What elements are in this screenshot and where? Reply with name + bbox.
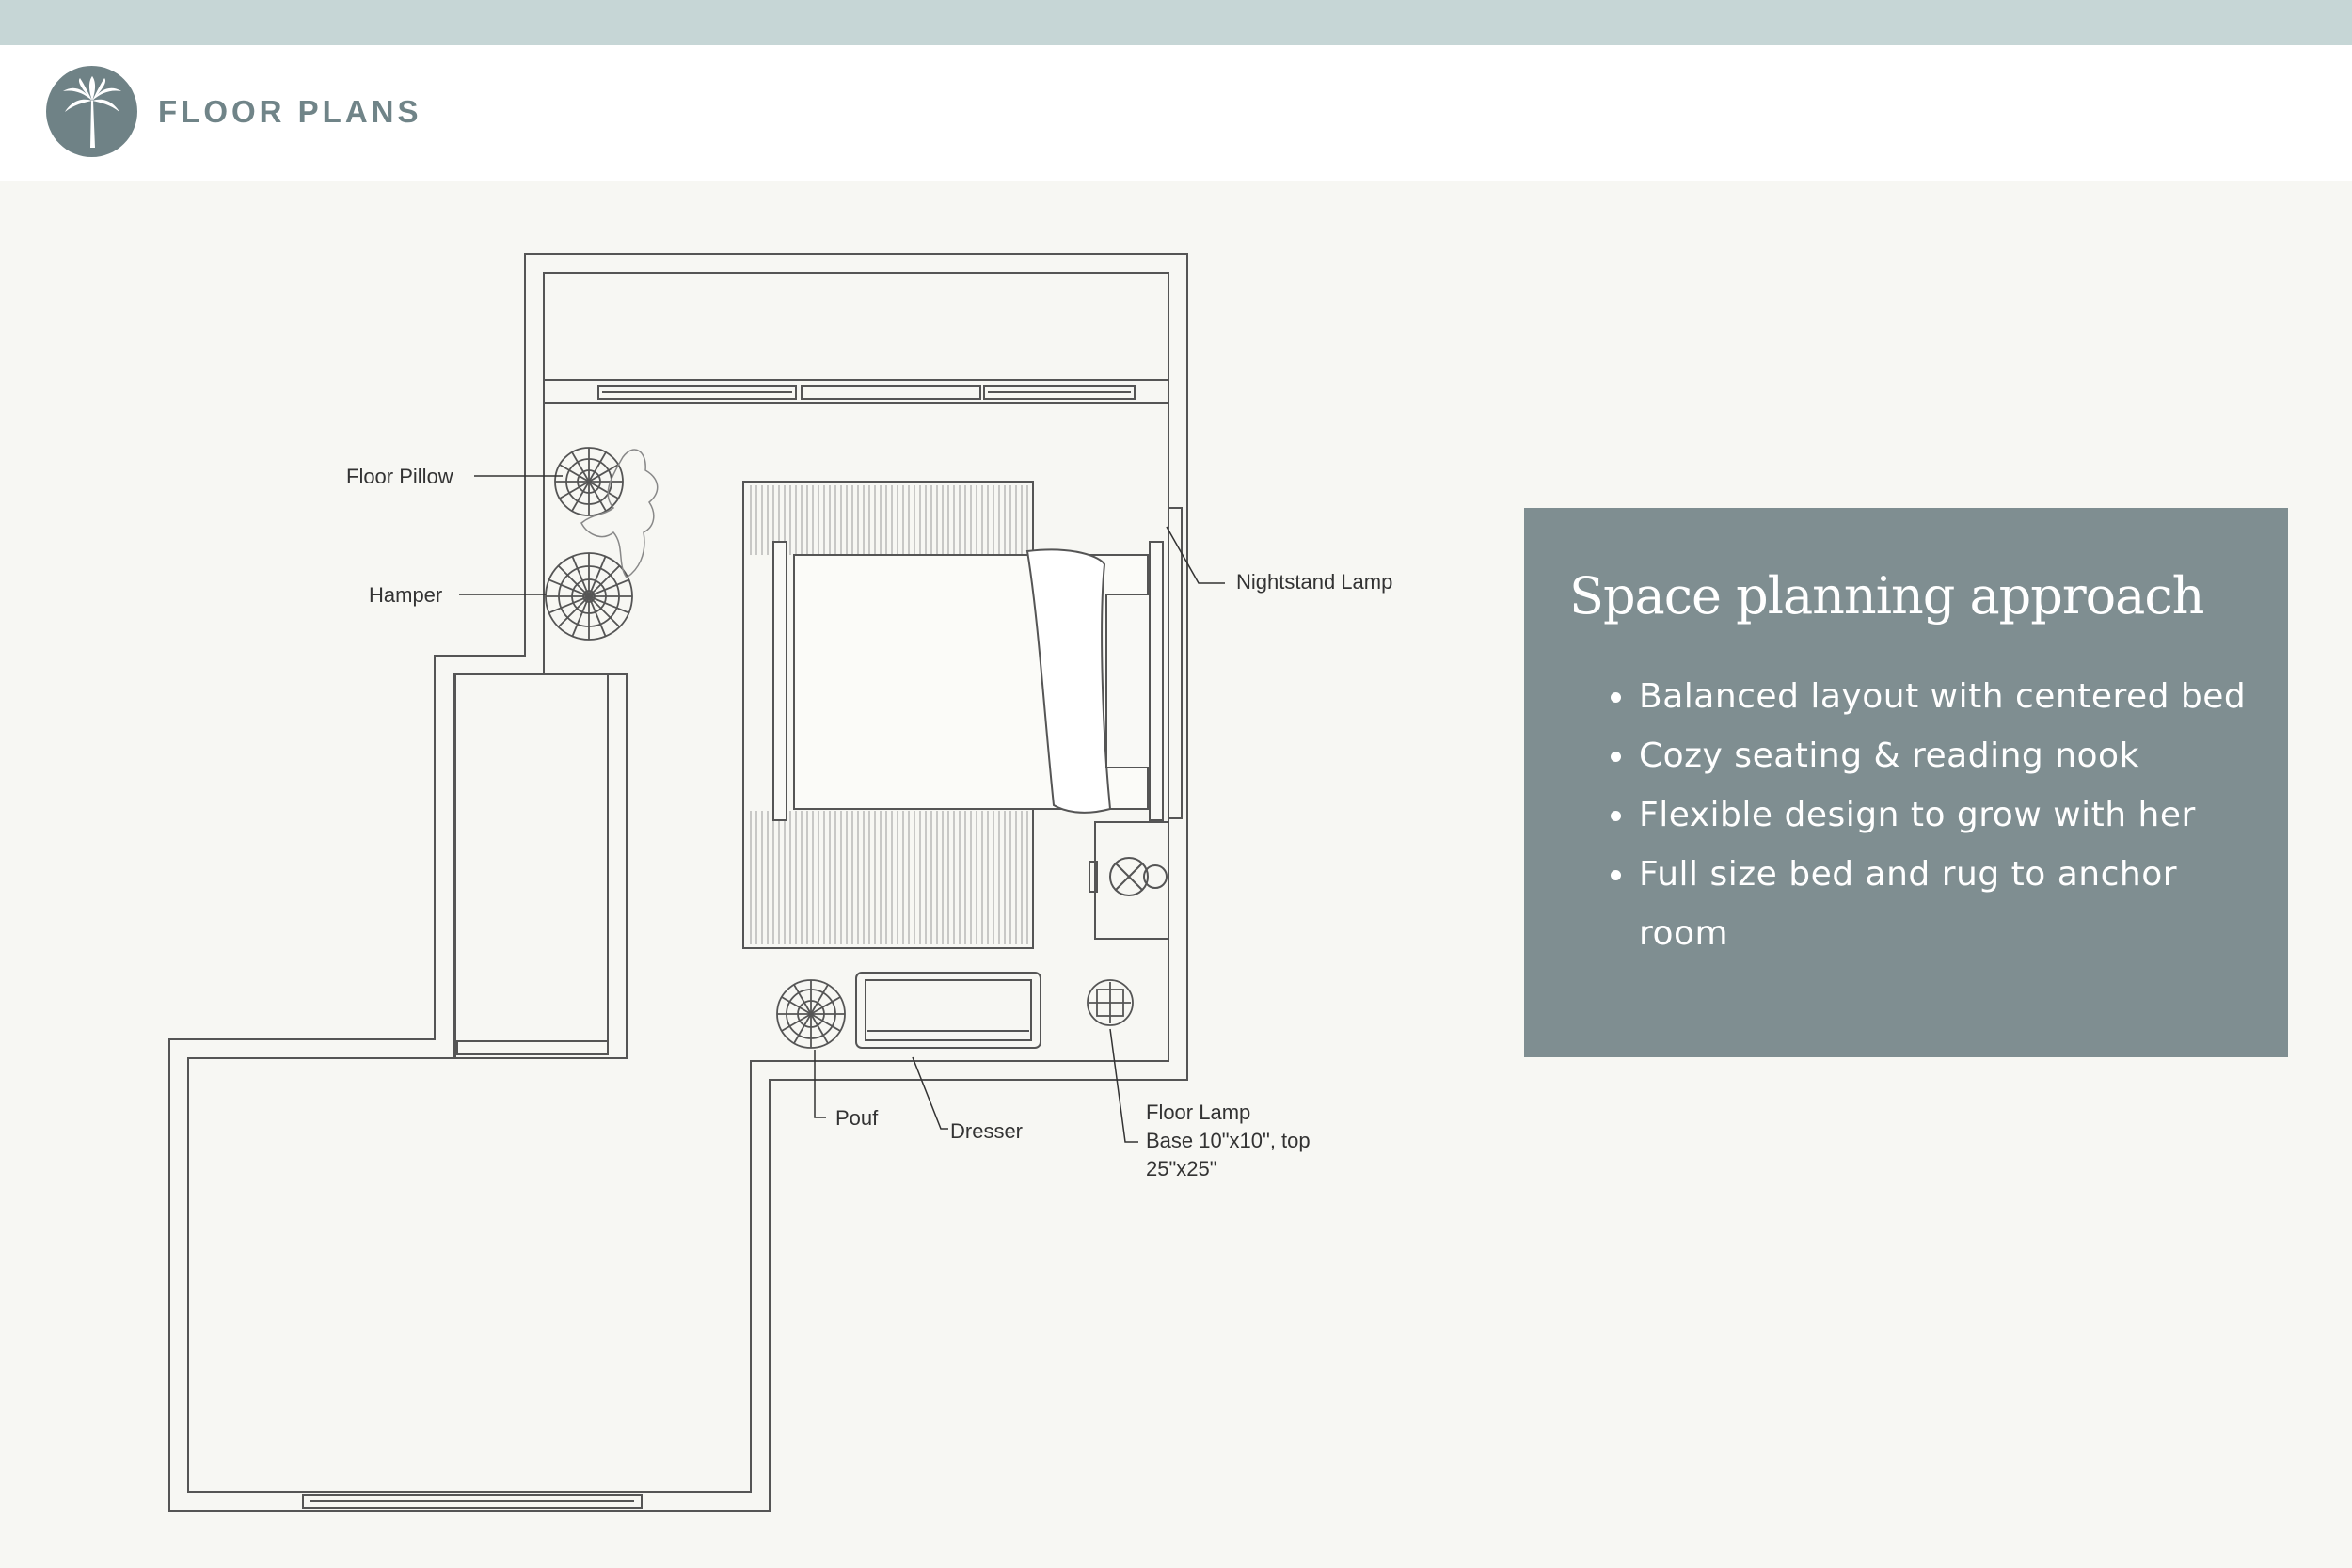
panel-title: Space planning approach xyxy=(1569,566,2204,626)
floor-lamp xyxy=(1087,979,1134,1026)
left-closet xyxy=(454,673,628,1059)
dresser xyxy=(855,972,1041,1049)
pouf xyxy=(776,979,846,1049)
right-window xyxy=(1168,507,1183,819)
top-accent-bar xyxy=(0,0,2352,45)
floor-pillow-label: Floor Pillow xyxy=(346,465,453,488)
pouf-label: Pouf xyxy=(835,1106,879,1130)
hamper xyxy=(545,552,633,641)
list-item: Full size bed and rug to anchor room xyxy=(1611,845,2250,963)
brand-title: FLOOR PLANS xyxy=(158,94,422,129)
floor-lamp-dims-1: Base 10"x10", top xyxy=(1146,1129,1311,1152)
top-window-center xyxy=(801,385,981,400)
floor-lamp-dims-2: 25"x25" xyxy=(1146,1157,1217,1180)
list-item: Flexible design to grow with her xyxy=(1611,785,2250,845)
nightstand xyxy=(1089,821,1169,940)
throw-blanket xyxy=(580,449,659,579)
bed xyxy=(772,541,1164,821)
approach-list: Balanced layout with centered bed Cozy s… xyxy=(1569,667,2250,963)
list-item: Cozy seating & reading nook xyxy=(1611,726,2250,785)
palm-tree-icon xyxy=(46,66,137,157)
list-item: Balanced layout with centered bed xyxy=(1611,667,2250,726)
hamper-label: Hamper xyxy=(369,583,442,607)
left-closet-door xyxy=(456,1040,609,1055)
nightstand-lamp-label: Nightstand Lamp xyxy=(1236,570,1392,594)
floor-lamp-label: Floor Lamp xyxy=(1146,1101,1250,1124)
floor-pillow xyxy=(554,447,624,516)
outer-wall xyxy=(168,253,1188,1512)
dresser-label: Dresser xyxy=(950,1119,1023,1143)
closet-top xyxy=(543,272,1169,381)
approach-panel: Space planning approach Balanced layout … xyxy=(1524,508,2288,1057)
floor-plan-diagram: Floor Pillow Hamper Nightstand Lamp Pouf… xyxy=(168,253,1392,1512)
